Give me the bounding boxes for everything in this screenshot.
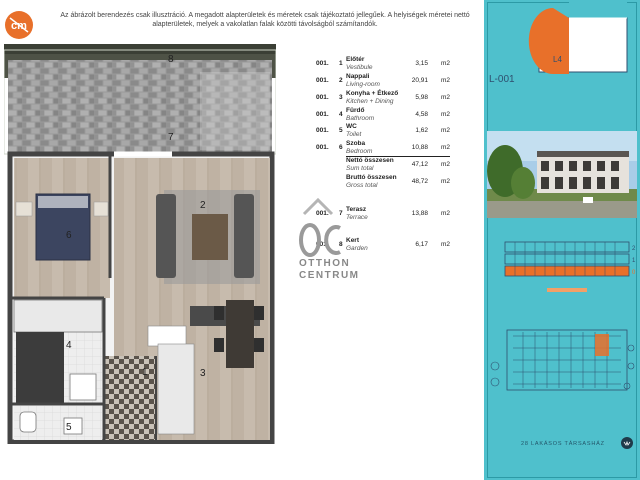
room-id: 001.: [316, 94, 329, 101]
room-area: 5,98: [415, 94, 428, 101]
garden-label: 8: [168, 54, 174, 65]
room-name: Konyha + Étkező: [346, 90, 399, 97]
room-area: 10,88: [411, 144, 428, 151]
room-area: 3,15: [415, 60, 428, 67]
bedroom-label: 6: [66, 230, 72, 241]
room-row: 001. 3 Konyha + Étkező Kitchen + Dining …: [316, 90, 450, 106]
living-room-label: 2: [200, 200, 206, 211]
site-plan-diagram: 2 1 0: [490, 241, 636, 391]
room-number: 4: [339, 111, 343, 118]
total-area: 48,72: [411, 178, 428, 185]
room-name: Előtér: [346, 56, 365, 63]
level-number: 2: [632, 246, 636, 252]
total-name: Nettó összesen: [346, 157, 394, 164]
room-row: 001. 4 Fürdő Bathroom 4,58 m2: [316, 107, 450, 123]
vestibule-label: 1: [142, 367, 148, 378]
room-id: 001.: [316, 77, 329, 84]
kitchen-label: 3: [200, 368, 206, 379]
room-id: 001.: [316, 111, 329, 118]
room-row: 001. 1 Előtér Vestibule 3,15 m2: [316, 56, 450, 72]
wc-label: 5: [66, 422, 72, 433]
room-unit: m2: [440, 210, 450, 217]
floor-plan-drawing: [3, 44, 277, 445]
room-area: 4,58: [415, 111, 428, 118]
room-id: 001.: [316, 127, 329, 134]
room-row: 001. 2 Nappali Living-room 20,91 m2: [316, 73, 450, 89]
room-name: Szoba: [346, 140, 366, 147]
brand-name-line2: CENTRUM: [299, 270, 360, 281]
room-row: 001. 5 WC Toilet 1,62 m2: [316, 123, 450, 139]
room-name-en: Bedroom: [346, 148, 373, 155]
room-unit: m2: [440, 241, 450, 248]
room-area: 20,91: [411, 77, 428, 84]
brand-name-line1: OTTHON: [299, 258, 351, 269]
unit-label: L-001: [489, 74, 515, 85]
project-footer: 28 LAKÁSOS TÁRSASHÁZ: [521, 441, 605, 447]
room-name: Nappali: [346, 73, 370, 80]
total-row: Bruttó összesen Gross total 48,72 m2: [316, 174, 450, 190]
building-render-image: [487, 131, 637, 218]
room-row: 001. 6 Szoba Bedroom 10,88 m2: [316, 140, 450, 156]
badge-label: L4: [553, 55, 562, 64]
bathroom-label: 4: [66, 340, 72, 351]
level-number: 1: [632, 258, 636, 264]
room-number: 3: [339, 94, 343, 101]
terrace-label: 7: [168, 132, 174, 143]
room-id: 001.: [316, 144, 329, 151]
room-name-en: Kitchen + Dining: [346, 98, 394, 105]
total-unit: m2: [440, 161, 450, 168]
room-name-en: Bathroom: [346, 115, 375, 122]
company-logo: cm: [5, 11, 33, 39]
room-unit: m2: [440, 144, 450, 151]
room-area: 1,62: [415, 127, 428, 134]
room-area: 13,88: [411, 210, 428, 217]
room-unit: m2: [440, 111, 450, 118]
floor-plan: 8 7 6 2 4 1 3 5: [3, 44, 277, 445]
room-unit: m2: [440, 127, 450, 134]
level-number: 0: [632, 270, 636, 276]
room-name: WC: [346, 123, 357, 130]
room-name-en: Living-room: [346, 81, 380, 88]
room-name-en: Vestibule: [346, 64, 373, 71]
room-unit: m2: [440, 77, 450, 84]
total-name: Bruttó összesen: [346, 174, 397, 181]
developer-logo-icon: [621, 437, 633, 449]
svg-text:cm: cm: [11, 20, 27, 32]
room-unit: m2: [440, 60, 450, 67]
room-unit: m2: [440, 94, 450, 101]
total-row: Nettó összesen Sum total 47,12 m2: [316, 157, 450, 173]
room-number: 2: [339, 77, 343, 84]
disclaimer-text: Az ábrázolt berendezés csak illusztráció…: [60, 12, 470, 28]
room-number: 5: [339, 127, 343, 134]
room-name: Fürdő: [346, 107, 365, 114]
room-area: 6,17: [415, 241, 428, 248]
total-name-en: Sum total: [346, 165, 374, 172]
room-name-en: Toilet: [346, 131, 362, 138]
total-area: 47,12: [411, 161, 428, 168]
room-id: 001.: [316, 60, 329, 67]
room-number: 6: [339, 144, 343, 151]
total-unit: m2: [440, 178, 450, 185]
total-name-en: Gross total: [346, 182, 378, 189]
unit-locator: L4: [528, 2, 628, 74]
room-number: 1: [339, 60, 343, 67]
